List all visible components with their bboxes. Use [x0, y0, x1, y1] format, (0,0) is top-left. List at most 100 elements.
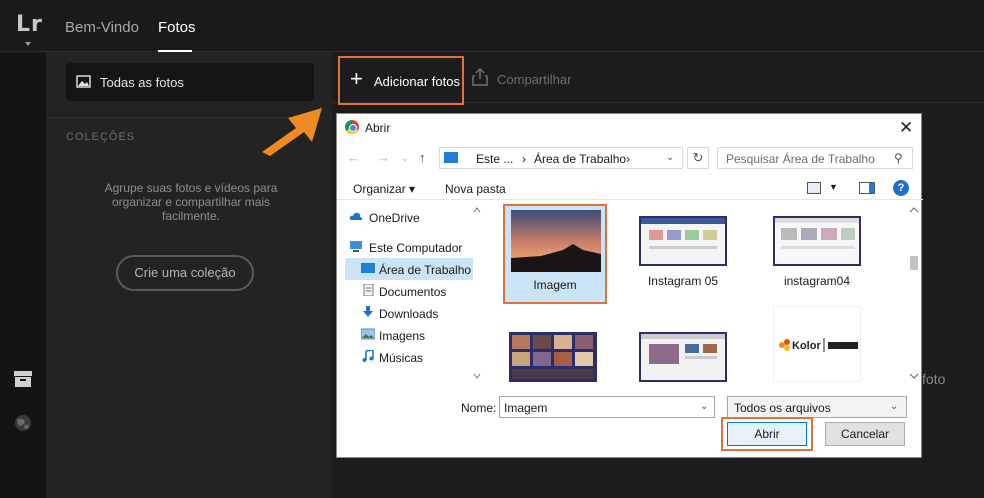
- file-item-kolor-logo[interactable]: Kolor: [773, 306, 861, 382]
- nav-item-label: Músicas: [379, 351, 424, 365]
- collage-thumbnail: [509, 332, 597, 382]
- document-icon: [363, 284, 374, 296]
- all-photos-label: Todas as fotos: [100, 75, 184, 90]
- address-bar[interactable]: Este ... › Área de Trabalho › ⌄: [439, 147, 683, 169]
- dialog-title: Abrir: [365, 121, 391, 135]
- dialog-title-bar: Abrir ✕: [337, 114, 923, 142]
- file-name-label: Nome:: [461, 401, 497, 415]
- globe-icon[interactable]: [12, 413, 34, 433]
- file-list: Imagem Instagram 05 instagram04 Kolor: [489, 202, 923, 384]
- logo-chevron-down-icon[interactable]: [25, 42, 31, 46]
- file-type-value: Todos os arquivos: [734, 401, 831, 415]
- nav-item-label: OneDrive: [369, 211, 420, 225]
- back-arrow-icon[interactable]: ←: [347, 150, 360, 165]
- breadcrumb-separator: ›: [522, 152, 526, 166]
- preview-pane-icon[interactable]: [859, 182, 875, 194]
- refresh-icon[interactable]: ↻: [687, 147, 709, 169]
- kolor-gopro-logo-icon: Kolor: [779, 338, 858, 352]
- cloud-icon: [349, 212, 363, 220]
- file-name-value: Imagem: [504, 401, 548, 415]
- main-toolbar: + Adicionar fotos Compartilhar: [332, 53, 984, 105]
- file-name: instagram04: [783, 274, 851, 288]
- file-item-instagram-05[interactable]: Instagram 05: [635, 216, 731, 306]
- share-label[interactable]: Compartilhar: [497, 72, 571, 87]
- view-options-icon[interactable]: [807, 182, 821, 194]
- background-text: foto: [922, 371, 946, 387]
- nav-item-onedrive[interactable]: OneDrive: [345, 206, 473, 228]
- command-bar: Organizar ▾ Nova pasta ▼ ?: [337, 176, 923, 200]
- search-placeholder: Pesquisar Área de Trabalho: [726, 152, 875, 166]
- file-item-imagem[interactable]: Imagem: [503, 204, 607, 304]
- file-name: Instagram 05: [647, 274, 719, 288]
- forward-arrow-icon[interactable]: →: [377, 150, 390, 165]
- computer-icon: [444, 152, 458, 163]
- cancel-button[interactable]: Cancelar: [825, 422, 905, 446]
- help-icon[interactable]: ?: [893, 180, 909, 196]
- nav-pane-scrollbar[interactable]: [473, 206, 481, 380]
- add-photos-button[interactable]: + Adicionar fotos: [338, 56, 464, 105]
- breadcrumb-este[interactable]: Este ...: [476, 152, 513, 166]
- open-button[interactable]: Abrir: [727, 422, 807, 446]
- file-item-instagram04[interactable]: instagram04: [769, 216, 865, 306]
- chrome-icon: [345, 120, 359, 134]
- sunset-thumbnail: [511, 210, 601, 272]
- file-item-screenshot[interactable]: [639, 332, 731, 382]
- breadcrumb-desktop[interactable]: Área de Trabalho: [534, 152, 626, 166]
- file-name-input[interactable]: Imagem ⌄: [499, 396, 715, 418]
- plus-icon: +: [350, 66, 363, 91]
- nav-bem-vindo[interactable]: Bem-Vindo: [65, 19, 139, 36]
- nav-item-label: Documentos: [379, 285, 447, 299]
- add-photos-label: Adicionar fotos: [374, 74, 460, 89]
- address-row: ← → ⌄ ↑ Este ... › Área de Trabalho › ⌄ …: [337, 144, 923, 170]
- nav-item-documentos[interactable]: Documentos: [345, 280, 473, 302]
- nav-item-musicas[interactable]: Músicas: [345, 346, 473, 368]
- all-photos-item[interactable]: Todas as fotos: [66, 63, 314, 101]
- file-type-select[interactable]: Todos os arquivos ⌄: [727, 396, 907, 418]
- nav-item-este-computador[interactable]: Este Computador: [345, 236, 473, 258]
- new-folder-button[interactable]: Nova pasta: [445, 182, 506, 196]
- lightroom-logo[interactable]: Lr: [16, 12, 43, 37]
- up-arrow-icon[interactable]: ↑: [419, 150, 426, 165]
- nav-item-label: Área de Trabalho: [379, 263, 472, 277]
- share-icon[interactable]: [472, 68, 488, 86]
- nav-item-label: Este Computador: [369, 241, 463, 255]
- arrow-to-add-photos-icon: [262, 108, 322, 156]
- music-icon: [362, 350, 374, 362]
- image-icon: [361, 328, 375, 340]
- nav-fotos[interactable]: Fotos: [158, 19, 196, 36]
- download-icon: [363, 306, 373, 317]
- nav-item-imagens[interactable]: Imagens: [345, 324, 473, 346]
- create-collection-button[interactable]: Crie uma coleção: [116, 255, 254, 291]
- file-list-scrollbar[interactable]: [907, 202, 921, 384]
- chevron-down-icon[interactable]: ⌄: [700, 401, 708, 412]
- top-bar: Lr Bem-Vindo Fotos: [0, 0, 984, 52]
- nav-item-area-de-trabalho[interactable]: Área de Trabalho: [345, 258, 473, 280]
- screenshot-thumbnail: [639, 332, 727, 382]
- nav-item-label: Imagens: [379, 329, 426, 343]
- file-name: Imagem: [533, 278, 577, 292]
- computer-icon: [350, 241, 362, 252]
- search-input[interactable]: Pesquisar Área de Trabalho ⚲: [717, 147, 913, 169]
- close-icon[interactable]: ✕: [899, 118, 913, 138]
- chevron-down-icon[interactable]: ⌄: [666, 152, 674, 163]
- desktop-icon: [361, 263, 375, 273]
- screenshot-thumbnail: [639, 216, 727, 266]
- svg-text:Kolor: Kolor: [792, 340, 821, 352]
- archive-icon[interactable]: [12, 369, 34, 389]
- active-nav-underline: [158, 50, 192, 52]
- photo-icon: [76, 75, 91, 88]
- search-icon: ⚲: [894, 151, 903, 165]
- recent-chevron-down-icon[interactable]: ⌄: [401, 153, 409, 164]
- screenshot-thumbnail: [773, 216, 861, 266]
- file-item-collage[interactable]: [509, 332, 601, 382]
- organize-menu[interactable]: Organizar ▾: [353, 182, 415, 196]
- view-chevron-down-icon[interactable]: ▼: [829, 182, 838, 192]
- open-file-dialog: Abrir ✕ ← → ⌄ ↑ Este ... › Área de Traba…: [336, 113, 923, 458]
- collections-title: COLEÇÕES: [66, 131, 136, 143]
- breadcrumb-separator: ›: [626, 152, 630, 166]
- nav-item-downloads[interactable]: Downloads: [345, 302, 473, 324]
- chevron-down-icon: ⌄: [890, 401, 899, 412]
- navigation-pane: OneDrive Este Computador Área de Trabalh…: [345, 206, 481, 380]
- left-rail: [0, 53, 46, 498]
- nav-item-label: Downloads: [379, 307, 439, 321]
